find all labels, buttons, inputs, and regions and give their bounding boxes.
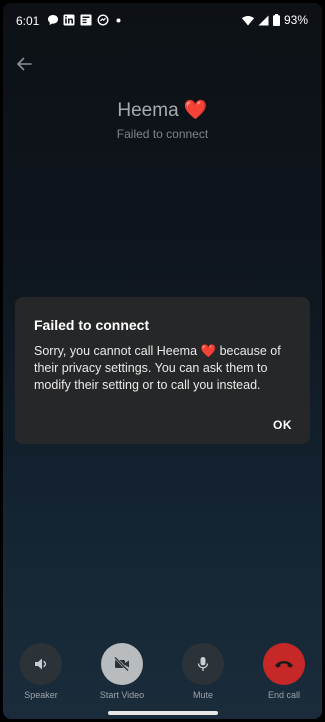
mute-label: Mute [192,690,213,700]
mute-control[interactable]: Mute [173,643,233,700]
news-notification-icon [80,14,92,26]
end-call-control[interactable]: End call [254,643,314,700]
mute-button[interactable] [182,643,224,685]
contact-name: Heema ❤️ [3,98,322,122]
more-notifications-dot-icon [116,18,121,23]
cell-signal-icon [258,15,269,25]
back-arrow-icon[interactable] [15,55,33,73]
start-video-control[interactable]: Start Video [92,643,152,700]
end-call-button[interactable] [263,643,305,685]
dialog-heart-emoji-icon: ❤️ [200,344,217,358]
call-status: Failed to connect [116,127,209,141]
status-time: 6:01 [16,14,40,28]
speaker-label: Speaker [24,690,58,700]
mic-icon [197,657,209,671]
messenger-notification-icon [97,14,109,26]
dialog-ok-button[interactable]: OK [273,418,292,432]
battery-icon [272,14,280,26]
end-call-label: End call [267,690,301,700]
speaker-icon [35,658,47,670]
linkedin-notification-icon [63,14,75,26]
wifi-icon [241,15,254,25]
status-bar: 6:01 93% [3,3,322,37]
chat-notification-icon [48,15,58,25]
dialog-message: Sorry, you cannot call Heema ❤️ because … [34,343,292,394]
end-call-icon [275,661,293,668]
speaker-button[interactable] [20,643,62,685]
home-indicator[interactable] [107,711,218,715]
dialog-title: Failed to connect [34,317,150,333]
battery-percent: 93% [283,13,308,27]
status-right: 93% [241,13,308,27]
call-screen: 6:01 93% Heema ❤️ Failed to connect Fail… [3,3,322,719]
video-off-icon [114,656,129,672]
start-video-button[interactable] [101,643,143,685]
heart-emoji-icon: ❤️ [183,100,208,121]
dialog-message-prefix: Sorry, you cannot call Heema [34,344,201,358]
failed-to-connect-dialog: Failed to connect Sorry, you cannot call… [15,297,310,444]
contact-name-text: Heema [117,100,179,121]
start-video-label: Start Video [99,690,145,700]
speaker-control[interactable]: Speaker [11,643,71,700]
